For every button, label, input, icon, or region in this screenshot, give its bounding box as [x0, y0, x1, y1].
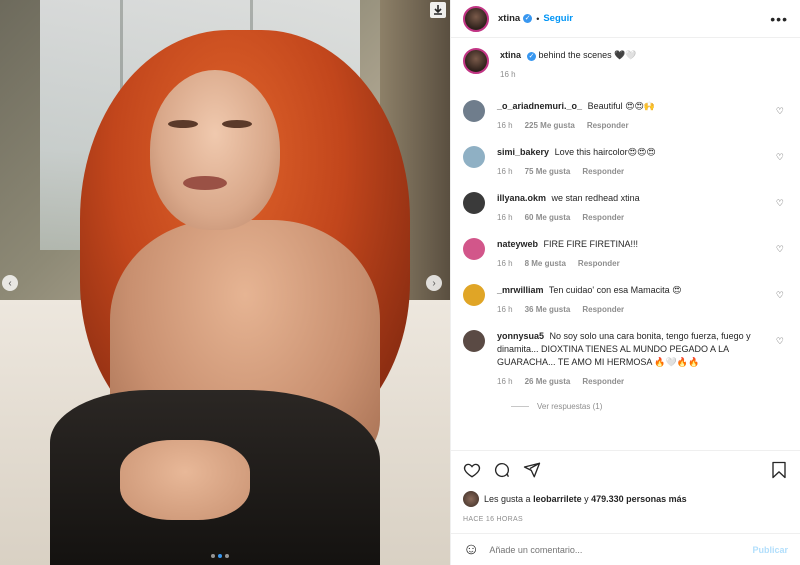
reply-button[interactable]: Responder	[578, 257, 620, 270]
add-comment-bar: ☺ Publicar	[451, 533, 800, 565]
comment-text: Ten cuidao' con esa Mamacita 😍	[548, 285, 682, 295]
smiley-icon[interactable]: ☺	[463, 541, 479, 559]
comment: illyana.okm we stan redhead xtina 16 h 60…	[463, 192, 788, 224]
comment-username[interactable]: _mrwilliam	[497, 285, 544, 295]
view-replies-button[interactable]: Ver respuestas (1)	[511, 402, 788, 411]
caption-text: behind the scenes 🖤🤍	[538, 50, 637, 60]
separator-dot: •	[536, 13, 540, 24]
comment-username[interactable]: illyana.okm	[497, 193, 546, 203]
comment-text: FIRE FIRE FIRETINA!!!	[543, 239, 639, 249]
comment-username[interactable]: simi_bakery	[497, 147, 549, 157]
comment-likes[interactable]: 36 Me gusta	[525, 303, 571, 316]
comment-time[interactable]: 16 h	[497, 211, 513, 224]
carousel-dot-active	[218, 554, 222, 558]
download-icon[interactable]	[430, 2, 446, 18]
likes-prefix: Les gusta a	[484, 494, 531, 504]
comment-like-icon[interactable]: ♡	[776, 336, 784, 347]
comment-likes[interactable]: 225 Me gusta	[525, 119, 575, 132]
comment-like-icon[interactable]: ♡	[776, 106, 784, 117]
comment-likes[interactable]: 75 Me gusta	[525, 165, 571, 178]
face	[150, 70, 280, 230]
carousel-dot	[211, 554, 215, 558]
caption-time[interactable]: 16 h	[500, 68, 788, 82]
comment-like-icon[interactable]: ♡	[776, 152, 784, 163]
post-header: xtina ✓ • Seguir •••	[451, 0, 800, 38]
comment-likes[interactable]: 26 Me gusta	[525, 375, 571, 388]
next-arrow-icon[interactable]: ›	[426, 275, 442, 291]
hand	[120, 440, 250, 520]
author-username[interactable]: xtina	[498, 13, 520, 24]
commenter-avatar[interactable]	[463, 238, 485, 260]
eye	[222, 120, 252, 128]
commenter-avatar[interactable]	[463, 100, 485, 122]
comment-like-icon[interactable]: ♡	[776, 244, 784, 255]
comment-username[interactable]: yonnysua5	[497, 331, 544, 341]
author-avatar[interactable]	[463, 5, 489, 32]
likes-summary: Les gusta a leobarrilete y 479.330 perso…	[463, 491, 788, 507]
caption-username[interactable]: xtina	[500, 50, 521, 60]
comment-likes[interactable]: 8 Me gusta	[525, 257, 566, 270]
comment-time[interactable]: 16 h	[497, 119, 513, 132]
verified-icon: ✓	[523, 14, 533, 23]
commenter-avatar[interactable]	[463, 330, 485, 352]
caption: xtina ✓ behind the scenes 🖤🤍 16 h	[463, 48, 788, 82]
replies-divider	[511, 406, 529, 407]
liker-avatar[interactable]	[463, 491, 479, 507]
comment-icon[interactable]	[493, 461, 511, 479]
comment: yonnysua5 No soy solo una cara bonita, t…	[463, 330, 788, 388]
author-avatar[interactable]	[463, 48, 489, 74]
comment-time[interactable]: 16 h	[497, 375, 513, 388]
share-icon[interactable]	[523, 461, 541, 479]
comment-text: we stan redhead xtina	[551, 193, 640, 203]
comment-time[interactable]: 16 h	[497, 303, 513, 316]
comment-likes[interactable]: 60 Me gusta	[525, 211, 571, 224]
follow-button[interactable]: Seguir	[543, 13, 573, 24]
reply-button[interactable]: Responder	[582, 165, 624, 178]
comment-input[interactable]	[489, 544, 753, 555]
comment: simi_bakery Love this haircolor😍😍😍 16 h 7…	[463, 146, 788, 178]
comment-like-icon[interactable]: ♡	[776, 290, 784, 301]
comment: _o_ariadnemuri._o_ Beautiful 😍😍🙌 16 h 225…	[463, 100, 788, 132]
comment: nateyweb FIRE FIRE FIRETINA!!! 16 h 8 Me …	[463, 238, 788, 270]
carousel-dots	[211, 554, 229, 558]
comment-text: Beautiful 😍😍🙌	[587, 101, 656, 111]
comment-time[interactable]: 16 h	[497, 257, 513, 270]
commenter-avatar[interactable]	[463, 284, 485, 306]
comment-time[interactable]: 16 h	[497, 165, 513, 178]
eye	[168, 120, 198, 128]
comment-like-icon[interactable]: ♡	[776, 198, 784, 209]
commenter-avatar[interactable]	[463, 146, 485, 168]
likes-count[interactable]: 479.330 personas más	[591, 494, 687, 504]
commenter-avatar[interactable]	[463, 192, 485, 214]
reply-button[interactable]: Responder	[582, 303, 624, 316]
more-options-icon[interactable]: •••	[770, 11, 788, 27]
liker-username[interactable]: leobarrilete	[533, 494, 582, 504]
comment-username[interactable]: _o_ariadnemuri._o_	[497, 101, 582, 111]
likes-middle: y	[584, 494, 589, 504]
publish-button[interactable]: Publicar	[752, 545, 788, 555]
lips	[183, 176, 227, 190]
carousel-dot	[225, 554, 229, 558]
post-photo[interactable]	[0, 0, 450, 565]
view-replies-label[interactable]: Ver respuestas (1)	[537, 402, 602, 411]
comment: _mrwilliam Ten cuidao' con esa Mamacita …	[463, 284, 788, 316]
heart-icon[interactable]	[463, 461, 481, 479]
post-actions: Les gusta a leobarrilete y 479.330 perso…	[451, 450, 800, 523]
comment-text: Love this haircolor😍😍😍	[554, 147, 656, 157]
reply-button[interactable]: Responder	[582, 375, 624, 388]
post-panel: xtina ✓ • Seguir ••• xtina ✓ behind the s…	[450, 0, 800, 565]
comment-username[interactable]: nateyweb	[497, 239, 538, 249]
comments-list[interactable]: xtina ✓ behind the scenes 🖤🤍 16 h _o_aria…	[451, 38, 800, 450]
reply-button[interactable]: Responder	[587, 119, 629, 132]
previous-arrow-icon[interactable]: ‹	[2, 275, 18, 291]
reply-button[interactable]: Responder	[582, 211, 624, 224]
verified-icon: ✓	[527, 52, 537, 61]
bookmark-icon[interactable]	[770, 461, 788, 479]
post-time[interactable]: HACE 16 HORAS	[463, 516, 788, 523]
